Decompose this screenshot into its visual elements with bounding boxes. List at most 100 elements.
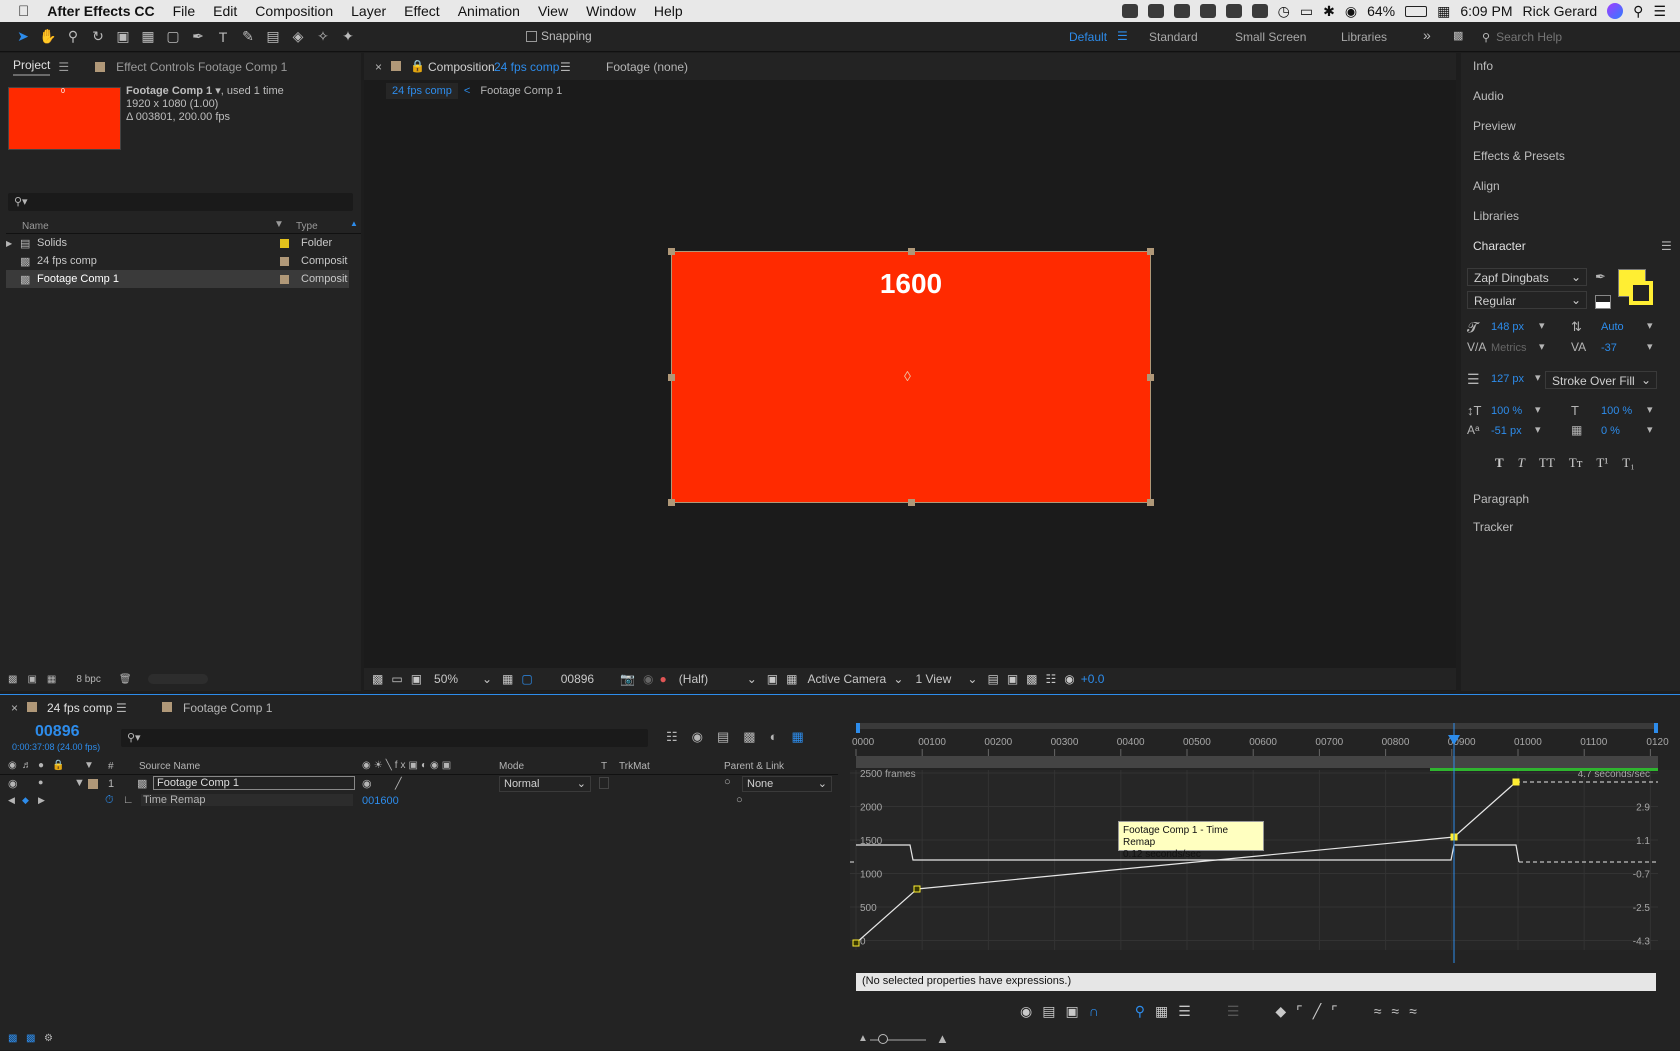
edit-speed-icon[interactable]: ☰ (1178, 1003, 1191, 1020)
project-row-label-swatch[interactable] (280, 256, 289, 266)
pan-behind-tool-icon[interactable]: ▦ (137, 26, 159, 48)
leading-chevron-down-icon[interactable]: ▾ (1647, 319, 1653, 332)
hide-shy-icon[interactable]: ▤ (717, 729, 729, 745)
interpret-footage-icon[interactable]: ▩ (8, 674, 17, 685)
viewer-timecode[interactable]: 00896 (561, 672, 594, 686)
tab-project[interactable]: Project (13, 58, 51, 76)
channel-icon[interactable]: ● (660, 672, 667, 686)
vertical-scale-value[interactable]: 100 % (1491, 405, 1522, 417)
fit-all-icon[interactable]: ▦ (1155, 1003, 1168, 1020)
easy-ease-icon[interactable]: ≈ (1374, 1003, 1382, 1020)
label-col-header-icon[interactable]: ▼ (84, 760, 94, 771)
tab-comp-prefix[interactable]: Composition (428, 60, 495, 74)
layer-collapse-icon[interactable]: ◉ (362, 777, 372, 790)
leading-value[interactable]: Auto (1601, 321, 1624, 333)
exposure-value[interactable]: +0.0 (1081, 672, 1105, 686)
tracking-value[interactable]: -37 (1601, 342, 1617, 354)
frame-blending-icon[interactable]: ▩ (743, 729, 755, 745)
hold-keyframe-icon[interactable]: ⌜ (1296, 1003, 1303, 1020)
camera-select[interactable]: Active Camera ⌄ (807, 672, 903, 686)
bluetooth-icon[interactable]: ✱ (1323, 3, 1335, 20)
graph-toggle-icon[interactable]: ∟ (123, 794, 134, 806)
cpu-icon[interactable] (1225, 4, 1242, 18)
apple-menu-icon[interactable]:  (0, 3, 38, 20)
expression-pickwhip-icon[interactable]: ○ (736, 794, 743, 806)
reset-exposure-icon[interactable]: ◉ (1064, 672, 1074, 686)
new-folder-icon[interactable]: ▣ (27, 674, 36, 685)
menu-edit[interactable]: Edit (204, 3, 246, 19)
tsume-value[interactable]: 0 % (1601, 425, 1620, 437)
superscript-button[interactable]: T¹ (1596, 455, 1608, 471)
video-col-icon[interactable]: ◉ (8, 760, 17, 771)
monitor-out-icon[interactable]: ▭ (391, 672, 402, 686)
project-panel-menu-icon[interactable]: ☰ (58, 60, 69, 74)
monitor-icon[interactable] (1199, 4, 1216, 18)
motion-blur-icon[interactable]: ◐ (770, 729, 778, 745)
handle-tl[interactable] (668, 248, 675, 255)
layer-name[interactable]: Footage Comp 1 (153, 776, 355, 790)
hand-tool-icon[interactable]: ✋ (37, 26, 59, 48)
menu-layer[interactable]: Layer (342, 3, 395, 19)
close-comp-tab-icon[interactable]: × (375, 60, 382, 74)
comp-flowchart-icon[interactable]: ☷ (666, 729, 678, 745)
project-search[interactable]: ⚲▾ (8, 193, 353, 211)
project-row-label-swatch[interactable] (280, 238, 289, 248)
panel-audio[interactable]: Audio (1473, 89, 1504, 103)
clock[interactable]: 6:09 PM (1460, 3, 1512, 19)
project-item-dropdown-icon[interactable]: ▾ (212, 85, 221, 97)
horizontal-scale-value[interactable]: 100 % (1601, 405, 1632, 417)
spotlight-icon[interactable]: ⚲ (1633, 3, 1643, 20)
zoom-select[interactable]: 50% ⌄ (434, 672, 492, 686)
panel-libraries[interactable]: Libraries (1473, 209, 1519, 223)
eyedropper-icon[interactable]: ✒ (1595, 269, 1606, 285)
tab-effect-controls[interactable]: Effect Controls Footage Comp 1 (116, 60, 287, 74)
display-icon[interactable] (1251, 4, 1268, 18)
solo-col-icon[interactable]: ● (38, 760, 44, 771)
col-trkmat[interactable]: TrkMat (619, 761, 650, 772)
stroke-mode-select[interactable]: Stroke Over Fill ⌄ (1545, 371, 1657, 389)
graph-editor[interactable]: 0000 00100 00200 00300 00400 00500 00600 00700 0… (850, 723, 1680, 1051)
rectangle-tool-icon[interactable]: ▢ (162, 26, 184, 48)
label-col-icon[interactable]: ▼ (274, 219, 284, 230)
footer-toggle-switches-icon[interactable]: ▩ (8, 1033, 17, 1044)
menu-file[interactable]: File (164, 3, 205, 19)
baseline-shift-chevron-down-icon[interactable]: ▾ (1535, 423, 1541, 436)
black-white-swatch[interactable] (1595, 295, 1611, 309)
col-source-name[interactable]: Source Name (139, 761, 200, 772)
delete-icon[interactable]: 🗑 (119, 674, 132, 685)
prev-keyframe-icon[interactable]: ◀ (8, 795, 15, 806)
kerning-chevron-down-icon[interactable]: ▾ (1539, 340, 1545, 353)
snap-icon[interactable]: ∩ (1089, 1003, 1099, 1020)
graph-type-icon[interactable]: ▤ (1042, 1003, 1055, 1020)
panel-align[interactable]: Align (1473, 179, 1500, 193)
handle-br[interactable] (1147, 499, 1154, 506)
selection-tool-icon[interactable]: ➤ (12, 26, 34, 48)
stroke-width-chevron-down-icon[interactable]: ▾ (1535, 371, 1541, 384)
timeline-zoom-thumb[interactable] (878, 1034, 888, 1044)
show-properties-icon[interactable]: ◉ (1020, 1003, 1032, 1020)
handle-bl[interactable] (668, 499, 675, 506)
graph-editor-icon[interactable]: ▦ (791, 729, 803, 745)
easy-ease-in-icon[interactable]: ≈ (1391, 1003, 1399, 1020)
sync-settings-icon[interactable]: ▩ (1453, 29, 1463, 42)
col-mode[interactable]: Mode (499, 761, 524, 772)
handle-tr[interactable] (1147, 248, 1154, 255)
layer-row[interactable]: ◉ ● ▼ 1 ▩ Footage Comp 1 ◉ ╱ Normal ⌄ ○ N… (0, 776, 838, 793)
faux-bold-button[interactable]: T (1495, 455, 1504, 471)
handle-mr[interactable] (1147, 374, 1154, 381)
stroke-width-value[interactable]: 127 px (1491, 373, 1524, 385)
new-comp-icon[interactable]: ▦ (47, 674, 56, 685)
small-caps-button[interactable]: Tᴛ (1569, 455, 1583, 471)
search-help-input[interactable] (1496, 30, 1657, 44)
font-style-select[interactable]: Regular ⌄ (1467, 291, 1587, 309)
clone-stamp-tool-icon[interactable]: ▤ (262, 26, 284, 48)
layer-quality-icon[interactable]: ╱ (395, 777, 402, 790)
app-menu[interactable]: After Effects CC (38, 3, 163, 19)
canvas-layer[interactable]: 1600 ◊ (668, 248, 1154, 506)
handle-bc[interactable] (908, 499, 915, 506)
trkmat-select[interactable] (599, 777, 609, 789)
project-row[interactable]: ▶ ▤ Solids Folder (6, 234, 349, 252)
font-size-chevron-down-icon[interactable]: ▾ (1539, 319, 1545, 332)
menu-window[interactable]: Window (577, 3, 645, 19)
menu-view[interactable]: View (529, 3, 577, 19)
